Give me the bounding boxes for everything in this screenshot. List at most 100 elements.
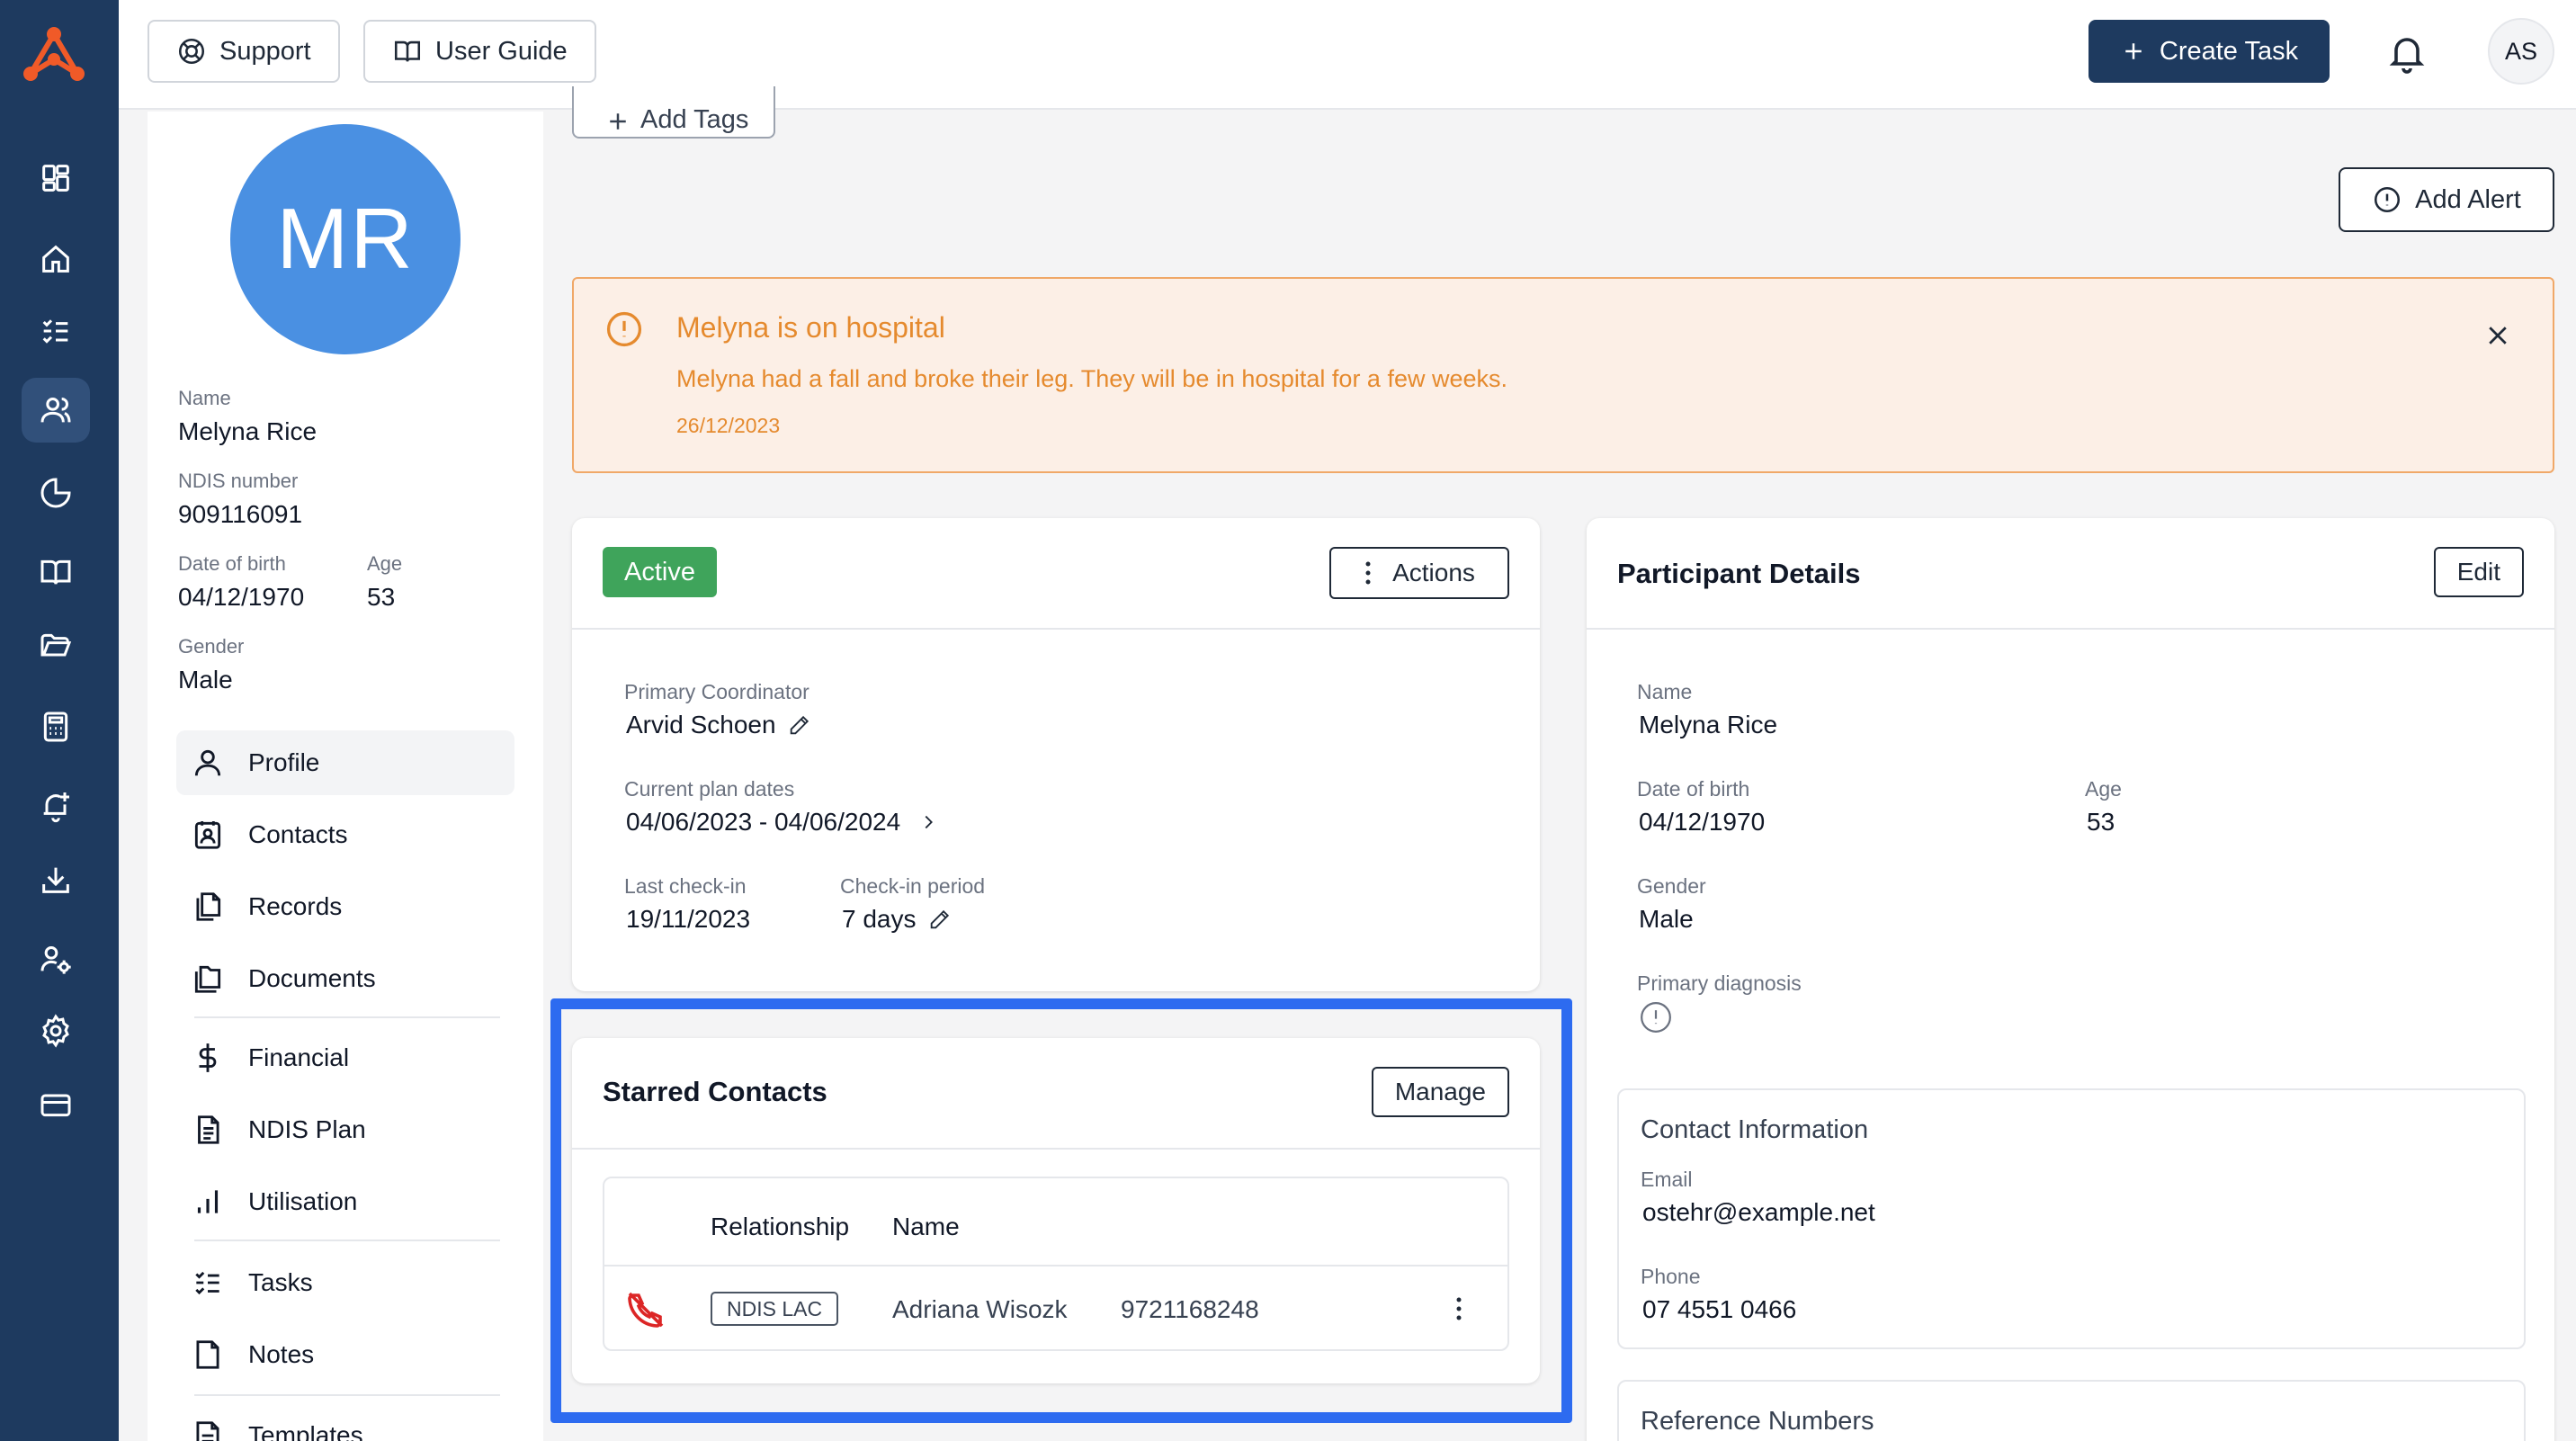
close-icon[interactable] [2484,322,2511,349]
info-icon[interactable] [1639,1000,1673,1034]
edit-button[interactable]: Edit [2433,547,2524,597]
info-circle-icon [2375,186,2401,213]
nav-utilisation[interactable]: Utilisation [176,1169,514,1234]
actions-label: Actions [1392,559,1475,586]
participant-details-title: Participant Details [1617,558,1861,589]
nav-documents[interactable]: Documents [176,946,514,1011]
create-task-button[interactable]: Create Task [2089,20,2330,83]
last-checkin-value: 19/11/2023 [626,905,751,933]
nav-label: NDIS Plan [248,1115,366,1143]
rail-files[interactable] [22,613,90,678]
plan-dates-value: 04/06/2023 - 04/06/2024 [626,808,901,836]
kebab-menu-icon [1365,561,1371,585]
checkin-period: 7 days [842,905,917,933]
nav-label: Tasks [248,1268,313,1296]
phone-value: 07 4551 0466 [1642,1295,1797,1323]
nav-notes[interactable]: Notes [176,1322,514,1387]
user-gear-icon [40,946,71,974]
alert-title: Melyna is on hospital [676,311,945,344]
nav-divider [194,1016,500,1018]
dob-label: Date of birth [178,552,286,575]
gender-value: Male [178,666,233,694]
support-button[interactable]: Support [148,20,340,83]
pd-diagnosis-label: Primary diagnosis [1637,971,1802,995]
plan-dates-link[interactable]: 04/06/2023 - 04/06/2024 [626,808,938,837]
bar-chart-icon [197,1190,219,1213]
nav-contacts[interactable]: Contacts [176,802,514,867]
home-icon [42,245,69,273]
calculator-icon [43,712,68,742]
add-tags-label: Add Tags [640,105,749,134]
rail-settings[interactable] [22,998,90,1063]
dollar-icon [199,1043,217,1072]
chevron-right-icon [925,815,934,829]
plan-dates-label: Current plan dates [624,777,795,801]
rail-billing[interactable] [22,1072,90,1137]
user-icon [194,749,221,776]
participant-details-header: Participant Details Edit [1587,518,2554,630]
dashboard-icon [42,165,69,192]
pd-gender-value: Male [1639,905,1694,933]
nav-profile[interactable]: Profile [176,730,514,795]
rail-reports[interactable] [22,461,90,525]
template-icon [196,1421,219,1441]
pd-name-label: Name [1637,680,1693,703]
user-avatar[interactable]: AS [2488,18,2554,85]
gender-label: Gender [178,635,245,658]
book-open-icon [394,40,421,62]
age-value: 53 [367,583,396,611]
checkin-period-label: Check-in period [840,874,986,898]
checklist-icon [42,319,68,344]
pencil-icon[interactable] [927,907,953,932]
bell-icon [2389,38,2425,74]
book-icon [40,559,71,585]
rail-download[interactable] [22,847,90,912]
credit-card-icon [40,1094,71,1117]
nav-financial[interactable]: Financial [176,1025,514,1090]
participant-avatar: MR [230,124,461,354]
app-sidebar [0,0,119,1441]
nav-tasks[interactable]: Tasks [176,1250,514,1315]
participant-name: Melyna Rice [178,417,318,445]
add-alert-button[interactable]: Add Alert [2339,167,2554,232]
nav-divider [194,1240,500,1241]
tasks-icon [195,1271,219,1295]
rail-tasks[interactable] [22,299,90,363]
rail-guide[interactable] [22,540,90,604]
nav-ndis-plan[interactable]: NDIS Plan [176,1097,514,1162]
name-label: Name [178,387,231,409]
rail-dashboard[interactable] [22,146,90,210]
rail-alerts[interactable] [22,774,90,838]
users-icon [40,398,71,423]
rail-user-settings[interactable] [22,926,90,991]
pd-dob-value: 04/12/1970 [1639,808,1766,836]
reference-numbers-title: Reference Numbers [1641,1407,1874,1436]
rail-calculator[interactable] [22,694,90,759]
add-tags-button[interactable]: Add Tags [572,86,775,139]
folder-open-icon [40,633,72,657]
pencil-icon[interactable] [787,712,812,738]
pd-gender-label: Gender [1637,874,1706,898]
last-checkin-label: Last check-in [624,874,747,898]
nav-templates[interactable]: Templates [176,1403,514,1441]
nav-label: Profile [248,748,320,776]
plus-icon [2125,43,2142,59]
plus-icon [610,113,626,130]
download-icon [42,867,69,893]
pd-age-label: Age [2085,777,2122,801]
rail-home[interactable] [22,227,90,291]
documents-icon [194,965,221,993]
actions-button[interactable]: Actions [1329,547,1509,599]
coordinator-name: Arvid Schoen [626,711,776,738]
nav-records[interactable]: Records [176,874,514,939]
status-card: Active Actions Primary Coordinator Arvid… [572,518,1540,991]
reference-numbers-section: Reference Numbers [1617,1380,2526,1441]
participant-details-card: Participant Details Edit Name Melyna Ric… [1587,518,2554,1441]
notifications-button[interactable] [2385,29,2428,76]
user-guide-button[interactable]: User Guide [363,20,596,83]
alert-message: Melyna had a fall and broke their leg. T… [676,365,1507,392]
app-logo[interactable] [20,23,88,86]
add-alert-label: Add Alert [2415,184,2521,214]
rail-participants[interactable] [22,378,90,443]
age-label: Age [367,552,403,575]
